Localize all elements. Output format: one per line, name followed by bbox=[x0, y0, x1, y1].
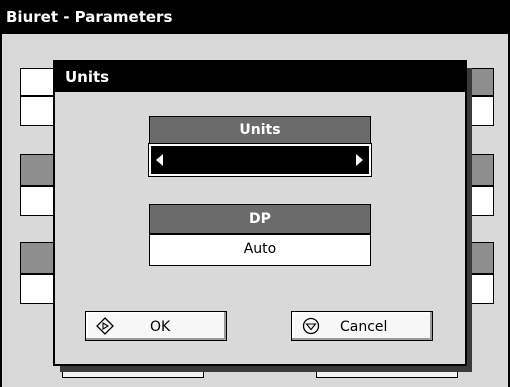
bg-field-6-value bbox=[470, 274, 494, 304]
units-field-header: Units bbox=[149, 116, 371, 144]
cancel-button[interactable]: Cancel bbox=[291, 311, 433, 341]
bg-field-4-header bbox=[470, 68, 494, 96]
dp-field-label: DP bbox=[249, 211, 271, 227]
app-title-bar: Biuret - Parameters bbox=[0, 0, 510, 34]
bg-field-6-header bbox=[470, 242, 494, 274]
ok-button-label: OK bbox=[150, 319, 171, 335]
arrow-right-icon[interactable] bbox=[356, 154, 363, 166]
diamond-play-icon bbox=[96, 317, 114, 335]
cancel-button-label: Cancel bbox=[340, 319, 388, 335]
ok-button[interactable]: OK bbox=[85, 311, 227, 341]
units-dialog: Units Units DP Auto OK Cancel bbox=[53, 60, 467, 366]
dp-field-header: DP bbox=[149, 204, 371, 234]
app-title: Biuret - Parameters bbox=[6, 8, 173, 26]
dialog-title: Units bbox=[65, 68, 110, 86]
dialog-title-bar: Units bbox=[55, 62, 465, 92]
bg-field-4-value bbox=[470, 96, 494, 126]
arrow-left-icon[interactable] bbox=[156, 154, 163, 166]
dp-value: Auto bbox=[243, 241, 277, 257]
dp-value-field[interactable]: Auto bbox=[149, 234, 371, 266]
bg-field-5-header bbox=[470, 154, 494, 186]
units-field-label: Units bbox=[239, 122, 281, 138]
circle-stop-icon bbox=[302, 317, 320, 335]
bg-field-5-value bbox=[470, 186, 494, 216]
units-selector[interactable] bbox=[148, 143, 372, 177]
